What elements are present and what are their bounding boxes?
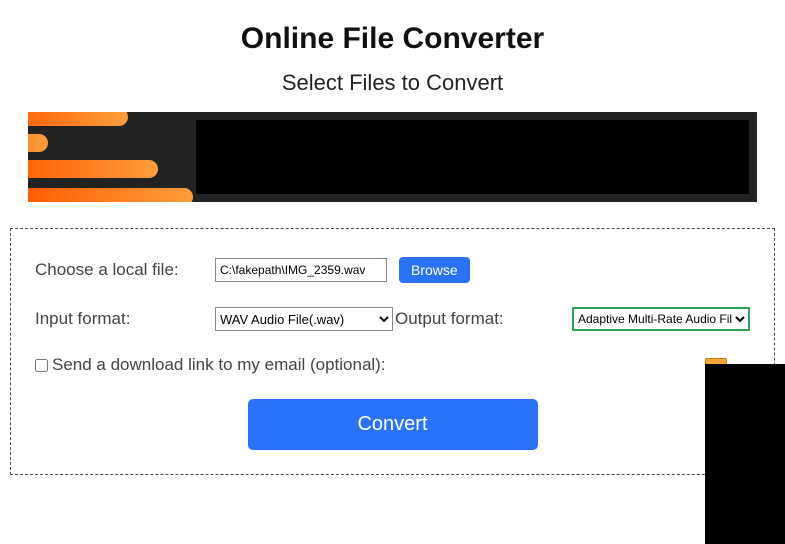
email-label[interactable]: Send a download link to my email (option…: [52, 355, 386, 375]
format-row: Input format: WAV Audio File(.wav) Outpu…: [35, 307, 750, 331]
page-title: Online File Converter: [0, 22, 785, 56]
banner-stripes-decoration: [28, 112, 168, 202]
ad-banner: [28, 112, 757, 202]
convert-row: Convert: [35, 399, 750, 450]
input-format-select[interactable]: WAV Audio File(.wav): [215, 307, 393, 331]
converter-form: Choose a local file: Browse Input format…: [10, 228, 775, 475]
output-format-label: Output format:: [395, 309, 504, 329]
choose-file-label: Choose a local file:: [35, 260, 215, 280]
email-checkbox[interactable]: [35, 359, 48, 372]
browse-button[interactable]: Browse: [399, 257, 470, 283]
output-format-select[interactable]: Adaptive Multi-Rate Audio File(.amr): [572, 307, 750, 331]
convert-button[interactable]: Convert: [248, 399, 538, 450]
choose-file-row: Choose a local file: Browse: [35, 257, 750, 283]
page-subtitle: Select Files to Convert: [0, 70, 785, 96]
email-row: Send a download link to my email (option…: [35, 355, 750, 375]
input-format-label: Input format:: [35, 309, 215, 329]
file-path-input[interactable]: [215, 258, 387, 282]
banner-content-area: [196, 120, 749, 194]
overlay-panel: [705, 364, 785, 544]
